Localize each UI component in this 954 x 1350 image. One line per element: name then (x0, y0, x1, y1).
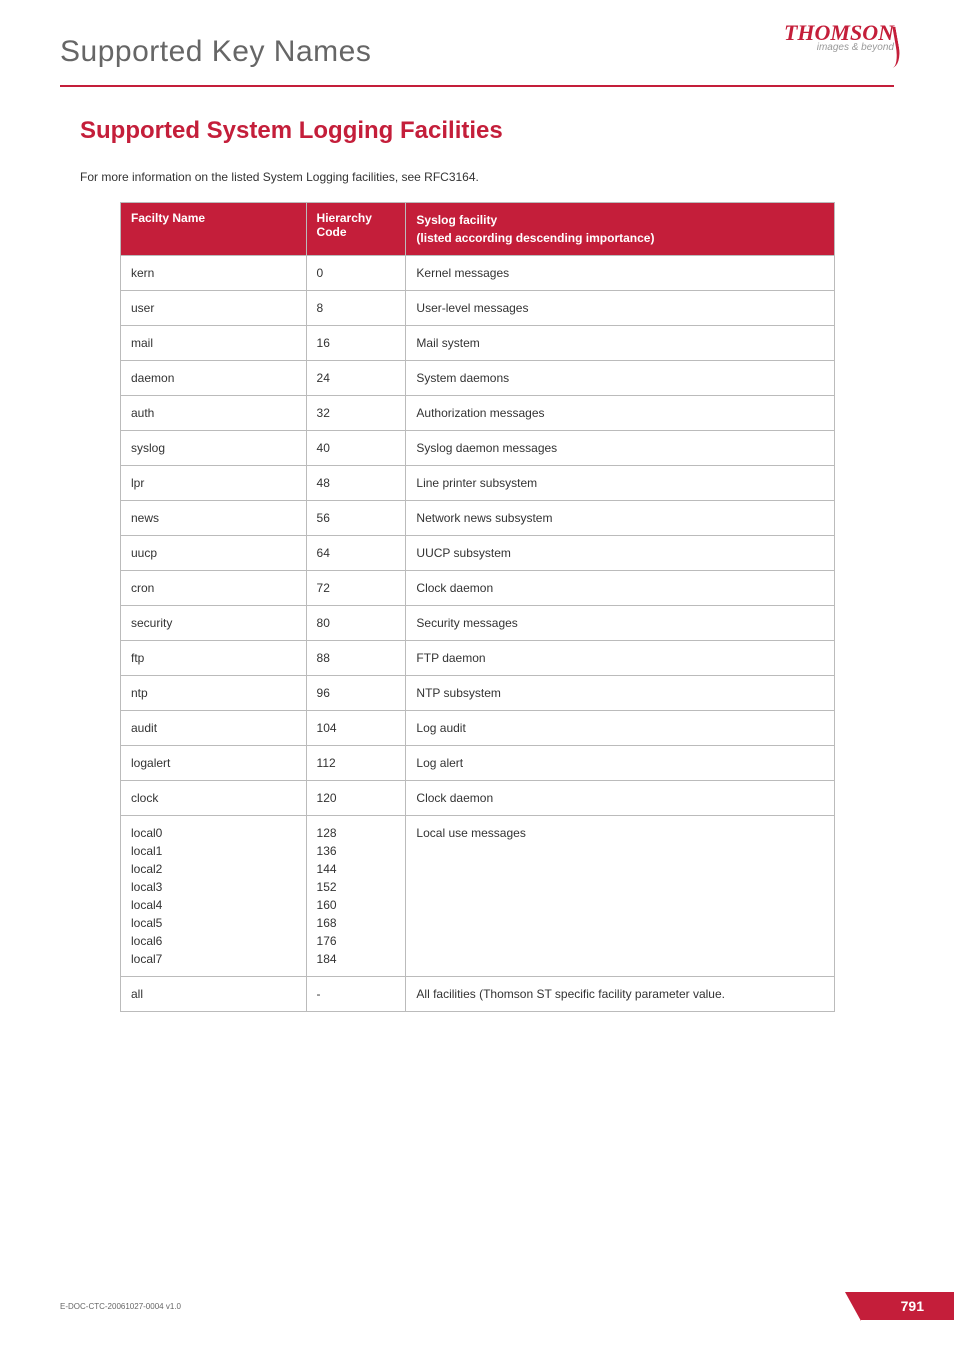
col-header-code: Hierarchy Code (306, 203, 406, 256)
cell-name: daemon (121, 361, 307, 396)
cell-name: kern (121, 256, 307, 291)
cell-desc: NTP subsystem (406, 676, 834, 711)
section-title: Supported System Logging Facilities (80, 117, 874, 145)
intro-text: For more information on the listed Syste… (80, 170, 874, 184)
cell-code: 64 (306, 536, 406, 571)
cell-desc: Clock daemon (406, 781, 834, 816)
page-number: 791 (861, 1292, 954, 1320)
cell-name: ftp (121, 641, 307, 676)
cell-code: 104 (306, 711, 406, 746)
cell-name: security (121, 606, 307, 641)
main-content: Supported System Logging Facilities For … (0, 87, 954, 1012)
cell-code: 88 (306, 641, 406, 676)
cell-code: 72 (306, 571, 406, 606)
cell-code: 48 (306, 466, 406, 501)
cell-desc: Authorization messages (406, 396, 834, 431)
cell-desc: All facilities (Thomson ST specific faci… (406, 977, 834, 1012)
cell-code: 0 (306, 256, 406, 291)
page-footer: E-DOC-CTC-20061027-0004 v1.0 791 (60, 1292, 954, 1320)
cell-desc: UUCP subsystem (406, 536, 834, 571)
table-row: ftp88FTP daemon (121, 641, 835, 676)
cell-code: - (306, 977, 406, 1012)
facilities-table: Facilty Name Hierarchy Code Syslog facil… (120, 202, 835, 1012)
cell-code: 24 (306, 361, 406, 396)
table-row: ntp96NTP subsystem (121, 676, 835, 711)
cell-name: lpr (121, 466, 307, 501)
cell-desc: Log alert (406, 746, 834, 781)
cell-name: clock (121, 781, 307, 816)
table-row: uucp64UUCP subsystem (121, 536, 835, 571)
cell-name: ntp (121, 676, 307, 711)
logo-swoosh-icon (876, 27, 903, 70)
cell-desc: Kernel messages (406, 256, 834, 291)
table-row: daemon24System daemons (121, 361, 835, 396)
cell-name: local0 local1 local2 local3 local4 local… (121, 816, 307, 977)
cell-name: user (121, 291, 307, 326)
header-title: Supported Key Names (60, 20, 371, 69)
cell-desc: FTP daemon (406, 641, 834, 676)
doc-id: E-DOC-CTC-20061027-0004 v1.0 (60, 1302, 181, 1311)
table-row: kern0Kernel messages (121, 256, 835, 291)
cell-code: 128 136 144 152 160 168 176 184 (306, 816, 406, 977)
table-row: cron72Clock daemon (121, 571, 835, 606)
cell-code: 80 (306, 606, 406, 641)
brand-logo: THOMSON images & beyond (744, 20, 894, 80)
cell-code: 8 (306, 291, 406, 326)
cell-desc: Network news subsystem (406, 501, 834, 536)
page-header: Supported Key Names THOMSON images & bey… (0, 0, 954, 80)
table-row: audit104Log audit (121, 711, 835, 746)
cell-name: logalert (121, 746, 307, 781)
cell-desc: User-level messages (406, 291, 834, 326)
table-row: logalert112Log alert (121, 746, 835, 781)
cell-name: mail (121, 326, 307, 361)
cell-name: audit (121, 711, 307, 746)
table-row: local0 local1 local2 local3 local4 local… (121, 816, 835, 977)
cell-name: all (121, 977, 307, 1012)
table-row: user8User-level messages (121, 291, 835, 326)
logo-tagline: images & beyond (744, 42, 894, 53)
cell-code: 112 (306, 746, 406, 781)
table-row: security80Security messages (121, 606, 835, 641)
cell-name: uucp (121, 536, 307, 571)
cell-code: 96 (306, 676, 406, 711)
cell-code: 32 (306, 396, 406, 431)
table-row: news56Network news subsystem (121, 501, 835, 536)
cell-code: 40 (306, 431, 406, 466)
table-row: all-All facilities (Thomson ST specific … (121, 977, 835, 1012)
cell-name: syslog (121, 431, 307, 466)
cell-desc: System daemons (406, 361, 834, 396)
table-row: clock120Clock daemon (121, 781, 835, 816)
cell-desc: Local use messages (406, 816, 834, 977)
cell-desc: Syslog daemon messages (406, 431, 834, 466)
table-header-row: Facilty Name Hierarchy Code Syslog facil… (121, 203, 835, 256)
cell-code: 56 (306, 501, 406, 536)
table-row: lpr48Line printer subsystem (121, 466, 835, 501)
cell-name: news (121, 501, 307, 536)
table-row: mail16Mail system (121, 326, 835, 361)
table-row: auth32Authorization messages (121, 396, 835, 431)
cell-code: 16 (306, 326, 406, 361)
cell-desc: Log audit (406, 711, 834, 746)
col-header-name: Facilty Name (121, 203, 307, 256)
cell-desc: Line printer subsystem (406, 466, 834, 501)
cell-desc: Security messages (406, 606, 834, 641)
cell-desc: Clock daemon (406, 571, 834, 606)
cell-name: auth (121, 396, 307, 431)
cell-desc: Mail system (406, 326, 834, 361)
col-header-desc: Syslog facility (listed according descen… (406, 203, 834, 256)
cell-name: cron (121, 571, 307, 606)
cell-code: 120 (306, 781, 406, 816)
table-row: syslog40Syslog daemon messages (121, 431, 835, 466)
